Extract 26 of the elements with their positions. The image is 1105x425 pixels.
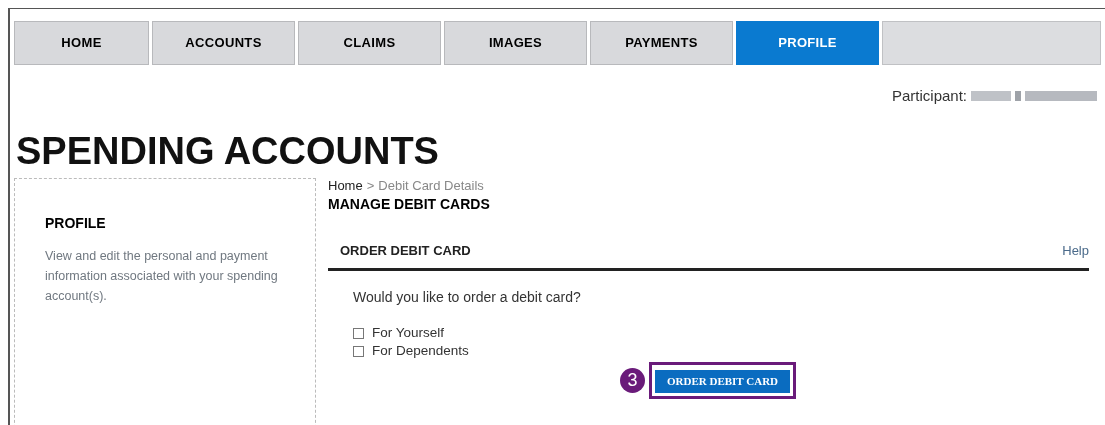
redacted-name xyxy=(1025,91,1097,102)
redacted-name xyxy=(1015,91,1021,102)
order-button[interactable]: ORDER DEBIT CARD xyxy=(655,370,791,393)
page-title: SPENDING ACCOUNTS xyxy=(16,131,440,170)
nav-tab[interactable]: PAYMENTS xyxy=(590,21,733,65)
option-label: For Dependents xyxy=(372,341,469,360)
nav-tab[interactable]: HOME xyxy=(14,21,149,65)
breadcrumb-link[interactable]: Home xyxy=(328,177,363,194)
section-heading: MANAGE DEBIT CARDS xyxy=(328,194,491,214)
redacted-name xyxy=(971,91,1011,102)
nav-tab[interactable]: ACCOUNTS xyxy=(152,21,295,65)
nav-tab[interactable]: IMAGES xyxy=(444,21,587,65)
breadcrumb-separator: > xyxy=(366,177,375,194)
option-label: For Yourself xyxy=(372,323,445,342)
checkbox[interactable] xyxy=(353,327,364,339)
sidebar-title: PROFILE xyxy=(45,213,107,233)
panel-title: ORDER DEBIT CARD xyxy=(340,241,471,260)
nav-tab[interactable]: CLAIMS xyxy=(298,21,441,65)
help-link[interactable]: Help xyxy=(1062,240,1089,260)
sidebar-description: View and edit the personal and payment information associated with your spending account(s). xyxy=(45,247,279,305)
checkbox[interactable] xyxy=(353,345,364,357)
question-text: Would you like to order a debit card? xyxy=(353,288,582,307)
breadcrumb-current: Debit Card Details xyxy=(378,177,484,194)
nav-tab[interactable]: PROFILE xyxy=(736,21,879,65)
step-number-badge: 3 xyxy=(620,367,645,393)
participant-label: Participant: xyxy=(891,86,967,106)
